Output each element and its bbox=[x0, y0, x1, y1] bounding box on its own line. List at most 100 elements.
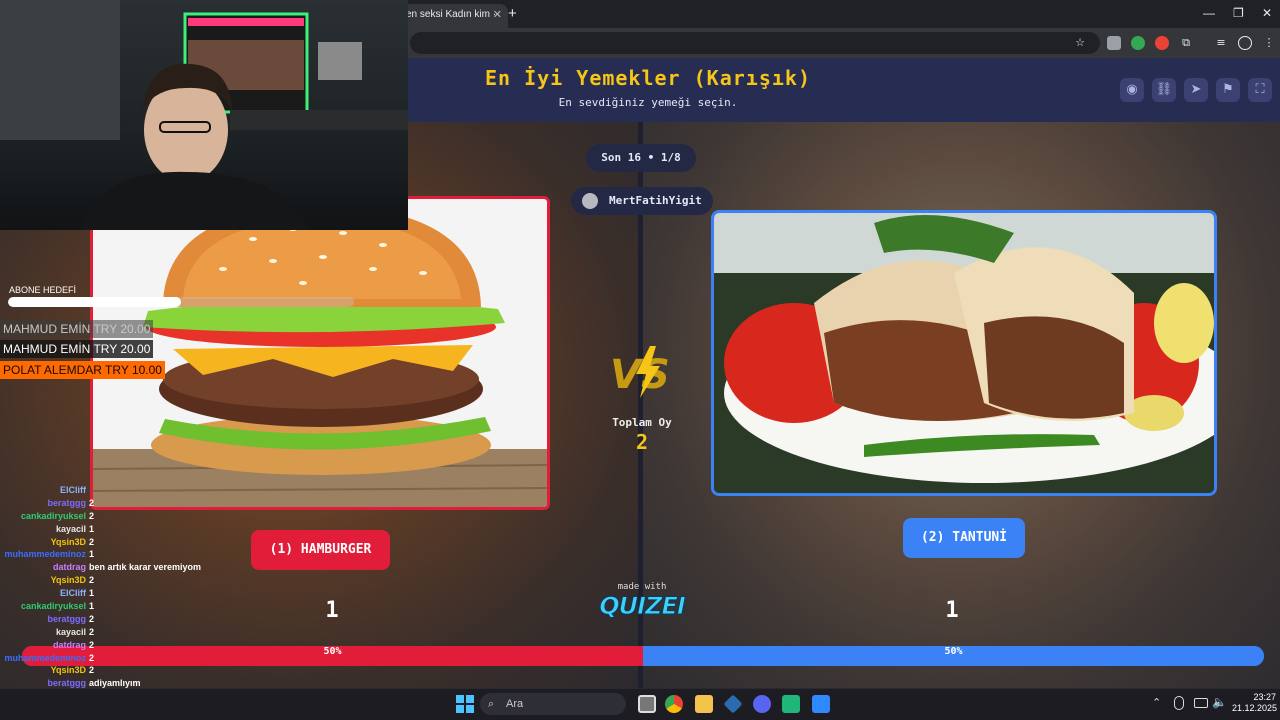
versus-text: VS bbox=[610, 352, 670, 398]
tray-chevron-icon[interactable]: ⌃ bbox=[1152, 696, 1161, 709]
microphone-icon[interactable] bbox=[1174, 696, 1184, 710]
chat-text: 2 bbox=[89, 510, 95, 521]
chat-username: Yqsin3D bbox=[50, 665, 86, 676]
chat-message: beratggg 2 bbox=[0, 497, 220, 510]
chat-username: ElCliff bbox=[60, 485, 86, 495]
donation-text: MAHMUD EMİN TRY 20.00 bbox=[3, 322, 151, 336]
volume-icon[interactable]: 🔈 bbox=[1212, 695, 1227, 709]
bookmark-star-icon[interactable]: ☆ bbox=[1073, 36, 1087, 50]
chat-message: cankadiryuksel 2 bbox=[0, 510, 220, 523]
chat-message: cankadiryuksel1 bbox=[0, 600, 220, 613]
chat-text: 2 bbox=[89, 626, 95, 637]
chat-username: kayacil bbox=[55, 523, 86, 534]
network-icon[interactable] bbox=[1194, 698, 1208, 708]
send-icon[interactable]: ➤ bbox=[1184, 78, 1208, 102]
chrome-taskbar-icon[interactable] bbox=[665, 695, 683, 713]
choose-tantuni-button[interactable]: (2) TANTUNİ bbox=[903, 518, 1025, 558]
subscriber-goal-bar bbox=[8, 297, 354, 307]
chat-text: 1 bbox=[89, 588, 95, 599]
extension-icon[interactable] bbox=[1131, 36, 1145, 50]
taskbar-clock[interactable]: 23:27 21.12.2025 bbox=[1232, 692, 1278, 714]
made-with-label: made with bbox=[617, 582, 667, 592]
chat-text: 1 bbox=[89, 523, 95, 534]
new-tab-button[interactable]: + bbox=[508, 5, 517, 22]
chat-message: beratggg 2 bbox=[0, 613, 220, 626]
hamburger-vote-count: 1 bbox=[325, 598, 339, 623]
user-badge: MertFatihYigit bbox=[571, 187, 713, 215]
donation-alert: MAHMUD EMİN TRY 20.00 bbox=[0, 320, 154, 338]
quiz-title: En İyi Yemekler (Karışık) bbox=[484, 66, 812, 90]
address-bar[interactable] bbox=[410, 32, 1100, 54]
chat-username: muhammedeminoz bbox=[4, 549, 86, 560]
donation-text: POLAT ALEMDAR TRY 10.00 bbox=[3, 363, 162, 377]
choose-hamburger-button[interactable]: (1) HAMBURGER bbox=[251, 530, 390, 570]
chat-text: 2 bbox=[89, 665, 95, 676]
browser-tab-title: en seksi Kadın kim · bbox=[406, 9, 497, 20]
option-card-tantuni[interactable] bbox=[711, 210, 1217, 496]
chat-text: 2 bbox=[89, 613, 95, 624]
tantuni-vote-count: 1 bbox=[945, 598, 959, 623]
total-votes-value: 2 bbox=[635, 430, 649, 454]
tantuni-image bbox=[714, 213, 1214, 493]
chat-text: ben artık karar veremiyom bbox=[89, 562, 202, 573]
profile-icon[interactable] bbox=[1238, 36, 1252, 50]
fullscreen-icon[interactable]: ⛶ bbox=[1248, 78, 1272, 102]
browser-menu-icon[interactable]: ⋮ bbox=[1262, 36, 1276, 50]
chat-overlay: ElCliff beratggg 2 cankadiryuksel 2 kayacil 1 Y… bbox=[0, 484, 220, 716]
chat-message: Yqsin3D 2 bbox=[0, 574, 220, 587]
quiz-subtitle: En sevdiğiniz yemeği seçin. bbox=[558, 96, 738, 109]
windows-start-icon[interactable] bbox=[456, 695, 474, 713]
app-icon[interactable] bbox=[782, 695, 800, 713]
chat-text: 2 bbox=[89, 652, 95, 663]
hamburger-image bbox=[93, 199, 547, 507]
taskbar-search-label: Ara bbox=[506, 698, 524, 710]
chat-message: datdrag 2 bbox=[0, 639, 220, 652]
chat-text: 1 bbox=[89, 601, 95, 612]
eye-icon[interactable]: ◉ bbox=[1120, 78, 1144, 102]
versus-icon: VS bbox=[610, 346, 670, 398]
chat-username: beratggg bbox=[47, 613, 86, 624]
chat-text: 2 bbox=[89, 497, 95, 508]
flag-icon[interactable]: ⚑ bbox=[1216, 78, 1240, 102]
chat-message: ElCliff bbox=[0, 484, 220, 497]
chat-message: ElCliff 1 bbox=[0, 587, 220, 600]
record-extension-icon[interactable] bbox=[1155, 36, 1169, 50]
chat-username: beratggg bbox=[47, 497, 86, 508]
chat-username: cankadiryuksel bbox=[20, 510, 86, 521]
minimize-button[interactable]: — bbox=[1203, 6, 1215, 20]
chat-text: adiyamlıyım bbox=[89, 678, 141, 689]
chat-message: Yqsin3D 2 bbox=[0, 664, 220, 677]
media-controls-icon[interactable]: ≡ bbox=[1214, 36, 1228, 50]
maximize-button[interactable]: ❐ bbox=[1233, 6, 1244, 20]
donation-text: MAHMUD EMİN TRY 20.00 bbox=[3, 342, 151, 356]
option-card-hamburger[interactable] bbox=[90, 196, 550, 510]
chat-username: kayacil bbox=[55, 626, 86, 637]
taskbar-search[interactable]: ⌕ Ara bbox=[480, 693, 626, 715]
link-icon[interactable]: ⛓ bbox=[1152, 78, 1176, 102]
webcam-overlay bbox=[0, 0, 408, 230]
tab-close-icon[interactable]: ✕ bbox=[493, 8, 502, 21]
chat-username: Yqsin3D bbox=[50, 575, 86, 586]
task-view-icon[interactable] bbox=[638, 695, 656, 713]
clock-time: 23:27 bbox=[1253, 692, 1276, 702]
chat-username: Yqsin3D bbox=[50, 536, 86, 547]
file-explorer-icon[interactable] bbox=[695, 695, 713, 713]
avatar bbox=[582, 193, 598, 209]
quizei-logo[interactable]: QUIZEI bbox=[596, 592, 688, 621]
chat-message: kayacil 1 bbox=[0, 523, 220, 536]
screen: en seksi Kadın kim · ✕ + — ❐ ✕ ☆ ⧉ ≡ ⋮ E… bbox=[0, 0, 1280, 720]
discord-icon[interactable] bbox=[753, 695, 771, 713]
donation-alert: MAHMUD EMİN TRY 20.00 bbox=[0, 340, 154, 358]
chat-username: muhammedeminoz bbox=[4, 652, 86, 663]
clock-date: 21.12.2025 bbox=[1232, 703, 1278, 713]
app-icon[interactable] bbox=[812, 695, 830, 713]
browser-tab[interactable]: en seksi Kadın kim · ✕ bbox=[400, 4, 508, 28]
extensions-puzzle-icon[interactable]: ⧉ bbox=[1179, 36, 1193, 50]
subscriber-goal-fill bbox=[8, 297, 181, 307]
close-window-button[interactable]: ✕ bbox=[1262, 6, 1272, 20]
shield-extension-icon[interactable] bbox=[1107, 36, 1121, 50]
chat-text: 2 bbox=[89, 575, 95, 586]
chat-message: Yqsin3D 2 bbox=[0, 536, 220, 549]
search-icon: ⌕ bbox=[488, 698, 495, 710]
chat-message: datdrag ben artık karar veremiyom bbox=[0, 561, 220, 574]
